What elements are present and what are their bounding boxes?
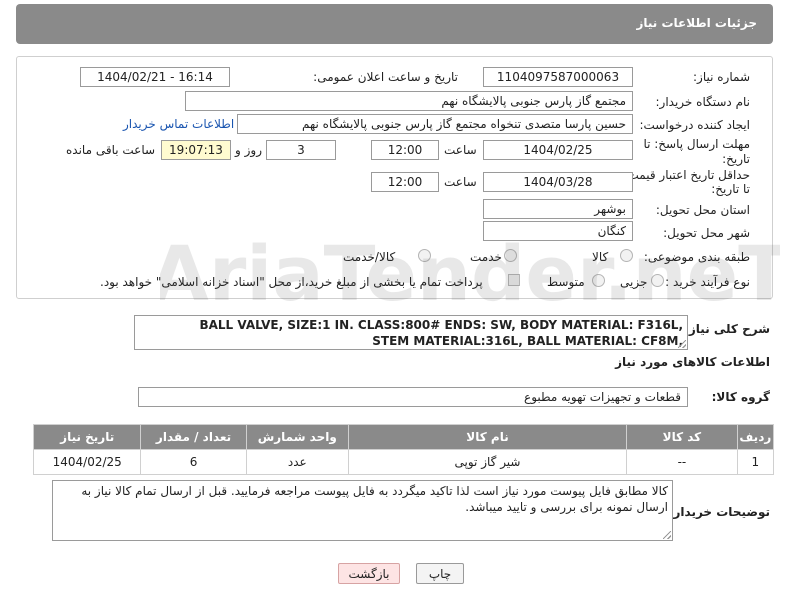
announce-field[interactable]: 1404/02/21 - 16:14 — [80, 67, 230, 87]
page-title: جزئیات اطلاعات نیاز — [636, 16, 757, 30]
description-box[interactable]: BALL VALVE, SIZE:1 IN. CLASS:800# ENDS: … — [134, 315, 688, 350]
buyer-org-label: نام دستگاه خریدار: — [655, 95, 751, 109]
price-validity-label-1: حداقل تاریخ اعتبار قیمت: — [623, 168, 750, 182]
category-goods-label: کالا — [592, 250, 609, 264]
price-date-field[interactable]: 1404/03/28 — [483, 172, 633, 192]
col-unit: واحد شمارش — [245, 424, 349, 450]
cell-need-date: 1404/02/25 — [32, 449, 142, 475]
need-number-label: شماره نیاز: — [693, 70, 750, 84]
price-time-label: ساعت — [444, 175, 477, 189]
buyer-notes-box[interactable]: کالا مطابق فایل پیوست مورد نیاز است لذا … — [52, 480, 673, 541]
process-type-label: نوع فرآیند خرید : — [665, 275, 750, 289]
cell-item-code: -- — [626, 449, 738, 475]
goods-group-field[interactable]: قطعات و تجهیزات تهویه مطبوع — [138, 387, 688, 407]
items-table: ردیف کد کالا نام کالا واحد شمارش تعداد /… — [32, 424, 775, 475]
page-header: جزئیات اطلاعات نیاز — [16, 4, 773, 44]
days-label: روز و — [235, 143, 262, 157]
price-time-field[interactable]: 12:00 — [371, 172, 439, 192]
treasury-payment-checkbox[interactable] — [508, 274, 520, 286]
reply-time-label: ساعت — [444, 143, 477, 157]
goods-group-label: گروه کالا: — [711, 390, 770, 404]
col-item-code: کد کالا — [626, 424, 738, 450]
cell-item-name: شیر گاز توپی — [347, 449, 628, 475]
process-medium-label: متوسط — [547, 275, 585, 289]
cell-quantity: 6 — [140, 449, 247, 475]
col-quantity: تعداد / مقدار — [140, 424, 247, 450]
remaining-time-field[interactable]: 19:07:13 — [161, 140, 231, 160]
price-validity-label-2: تا تاریخ: — [711, 182, 750, 196]
days-field[interactable]: 3 — [266, 140, 336, 160]
resize-grip-icon[interactable] — [663, 531, 671, 539]
city-label: شهر محل تحویل: — [663, 226, 750, 240]
creator-label: ایجاد کننده درخواست: — [639, 118, 750, 132]
col-row-number: ردیف — [736, 424, 775, 450]
category-radio-goods[interactable] — [620, 249, 633, 262]
remaining-label: ساعت باقی مانده — [66, 143, 156, 157]
process-radio-medium[interactable] — [592, 274, 605, 287]
process-radio-minor[interactable] — [651, 274, 664, 287]
description-line-1: BALL VALVE, SIZE:1 IN. CLASS:800# ENDS: … — [199, 318, 683, 332]
need-number-field[interactable]: 1104097587000063 — [483, 67, 633, 87]
back-button[interactable]: بازگشت — [338, 563, 400, 584]
cell-unit: عدد — [245, 449, 349, 475]
description-line-2: STEM MATERIAL:316L, BALL MATERIAL: CF8M, — [372, 334, 683, 348]
col-need-date: تاریخ نیاز — [32, 424, 142, 450]
creator-field[interactable]: حسین پارسا متصدی تنخواه مجتمع گاز پارس ج… — [237, 114, 633, 134]
reply-date-field[interactable]: 1404/02/25 — [483, 140, 633, 160]
reply-deadline-label-1: مهلت ارسال پاسخ: تا — [643, 137, 750, 151]
category-goods-service-label: کالا/خدمت — [343, 250, 396, 264]
resize-grip-icon[interactable] — [678, 340, 686, 348]
table-header-row: ردیف کد کالا نام کالا واحد شمارش تعداد /… — [32, 424, 775, 450]
buyer-notes-text: کالا مطابق فایل پیوست مورد نیاز است لذا … — [81, 484, 668, 514]
process-minor-label: جزیی — [620, 275, 648, 289]
province-label: استان محل تحویل: — [655, 203, 750, 217]
description-label: شرح کلی نیاز: — [684, 322, 770, 336]
category-radio-goods-service[interactable] — [418, 249, 431, 262]
reply-time-field[interactable]: 12:00 — [371, 140, 439, 160]
province-field[interactable]: بوشهر — [483, 199, 633, 219]
table-row[interactable]: 1 -- شیر گاز توپی عدد 6 1404/02/25 — [32, 449, 775, 475]
city-field[interactable]: کنگان — [483, 221, 633, 241]
buyer-org-field[interactable]: مجتمع گاز پارس جنوبی پالایشگاه نهم — [185, 91, 633, 111]
category-radio-service[interactable] — [504, 249, 517, 262]
category-service-label: خدمت — [470, 250, 502, 264]
reply-deadline-label-2: تاریخ: — [722, 152, 750, 166]
category-label: طبقه بندی موضوعی: — [643, 250, 750, 264]
col-item-name: نام کالا — [347, 424, 628, 450]
treasury-payment-note: پرداخت تمام یا بخشی از مبلغ خرید،از محل … — [100, 275, 483, 289]
print-button[interactable]: چاپ — [416, 563, 464, 584]
announce-label: تاریخ و ساعت اعلان عمومی: — [313, 70, 458, 84]
buyer-notes-label: توضیحات خریدار: — [668, 505, 770, 519]
buyer-contact-link[interactable]: اطلاعات تماس خریدار — [123, 117, 234, 131]
goods-section-title: اطلاعات کالاهای مورد نیاز — [615, 355, 770, 369]
cell-row-number: 1 — [736, 449, 775, 475]
